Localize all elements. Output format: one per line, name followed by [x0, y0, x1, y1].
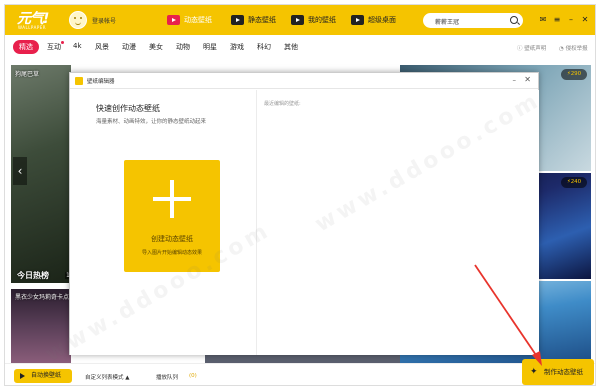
create-subheading: 海量素材、动画特效，让你的静态壁纸动起来 [96, 119, 207, 125]
card-title: 狗尾巴草 [15, 71, 40, 78]
category-beauty[interactable]: 美女 [149, 42, 163, 52]
chevron-left-icon[interactable]: ‹ [13, 157, 27, 185]
app-logo: 元气! WALLPAPER [17, 8, 53, 32]
queue-count: (0) [189, 373, 197, 379]
views-badge: ⚡240 [561, 177, 587, 188]
mail-icon[interactable]: ✉ [538, 15, 548, 25]
editor-icon [75, 77, 83, 85]
create-label: 创建动态壁纸 [151, 235, 193, 243]
create-heading: 快速创作动态壁纸 [96, 104, 160, 113]
auto-switch-label: 自动换壁纸 [31, 372, 62, 379]
tab-label: 超级桌面 [368, 16, 396, 24]
card-title: 今日热榜 [17, 271, 49, 280]
close-button[interactable]: ✕ [580, 15, 590, 25]
tab-dynamic-wallpaper[interactable]: 动态壁纸 [167, 13, 212, 27]
tab-label: 动态壁纸 [184, 16, 212, 24]
menu-icon[interactable]: ≡ [552, 15, 562, 25]
category-featured[interactable]: 精选 [13, 40, 39, 54]
tab-label: 我的壁纸 [308, 16, 336, 24]
report-link[interactable]: ◔ 侵权举报 [559, 44, 588, 52]
make-dynamic-wallpaper-button[interactable]: ✦ 制作动态壁纸 [522, 359, 594, 385]
category-interactive[interactable]: 互动 [47, 42, 61, 52]
link-label: 壁纸声明 [524, 46, 547, 52]
tab-label: 静态壁纸 [248, 16, 276, 24]
make-button-label: 制作动态壁纸 [544, 368, 583, 376]
search-value: 薪薪王冠 [435, 19, 460, 26]
tab-static-wallpaper[interactable]: 静态壁纸 [231, 13, 276, 27]
magic-wand-icon: ✦ [530, 367, 538, 377]
category-bar: 精选 互动 4k 风景 动漫 美女 动物 明星 游戏 科幻 其他 ⓘ 壁纸声明 … [5, 35, 595, 61]
dialog-titlebar: 壁纸编辑器 – ✕ [70, 73, 538, 89]
top-header: 元气! WALLPAPER 登录帐号 动态壁纸 静态壁纸 我的壁纸 超级桌面 薪… [5, 5, 595, 35]
link-label: 侵权举报 [565, 46, 588, 52]
recent-label: 最近编辑的壁纸: [264, 101, 301, 107]
minimize-button[interactable]: – [566, 15, 576, 25]
dialog-title: 壁纸编辑器 [87, 79, 115, 85]
avatar[interactable] [69, 11, 87, 29]
image-icon [231, 15, 244, 25]
tab-my-wallpaper[interactable]: 我的壁纸 [291, 13, 336, 27]
dialog-minimize-button[interactable]: – [513, 76, 517, 84]
desktop-icon [351, 15, 364, 25]
search-input[interactable]: 薪薪王冠 [423, 13, 523, 28]
badge-value: 240 [570, 179, 582, 185]
category-stars[interactable]: 明星 [203, 42, 217, 52]
search-icon[interactable] [510, 16, 518, 24]
list-mode-dropdown[interactable]: 自定义列表模式 ▲ [85, 373, 129, 381]
login-link[interactable]: 登录帐号 [92, 16, 116, 25]
dialog-close-button[interactable]: ✕ [524, 75, 531, 84]
bottom-bar: 自动换壁纸 自定义列表模式 ▲ 播放队列 (0) [5, 363, 595, 385]
category-other[interactable]: 其他 [284, 42, 298, 52]
tab-super-desktop[interactable]: 超级桌面 [351, 13, 396, 27]
video-icon [167, 15, 180, 25]
category-animals[interactable]: 动物 [176, 42, 190, 52]
new-dot [61, 41, 64, 44]
category-4k[interactable]: 4k [73, 42, 82, 50]
play-icon [20, 373, 25, 379]
category-games[interactable]: 游戏 [230, 42, 244, 52]
views-badge: ⚡290 [561, 69, 587, 80]
plus-icon-bar [153, 197, 191, 201]
card-title: 黑衣少女玛莉奇卡点 [15, 294, 70, 301]
logo-subtext: WALLPAPER [18, 25, 47, 30]
folder-icon [291, 15, 304, 25]
category-anime[interactable]: 动漫 [122, 42, 136, 52]
category-scenery[interactable]: 风景 [95, 42, 109, 52]
auto-switch-button[interactable]: 自动换壁纸 [14, 369, 72, 383]
play-queue-label[interactable]: 播放队列 [156, 373, 178, 381]
category-scifi[interactable]: 科幻 [257, 42, 271, 52]
badge-value: 290 [570, 71, 582, 77]
wallpaper-statement-link[interactable]: ⓘ 壁纸声明 [517, 44, 546, 52]
